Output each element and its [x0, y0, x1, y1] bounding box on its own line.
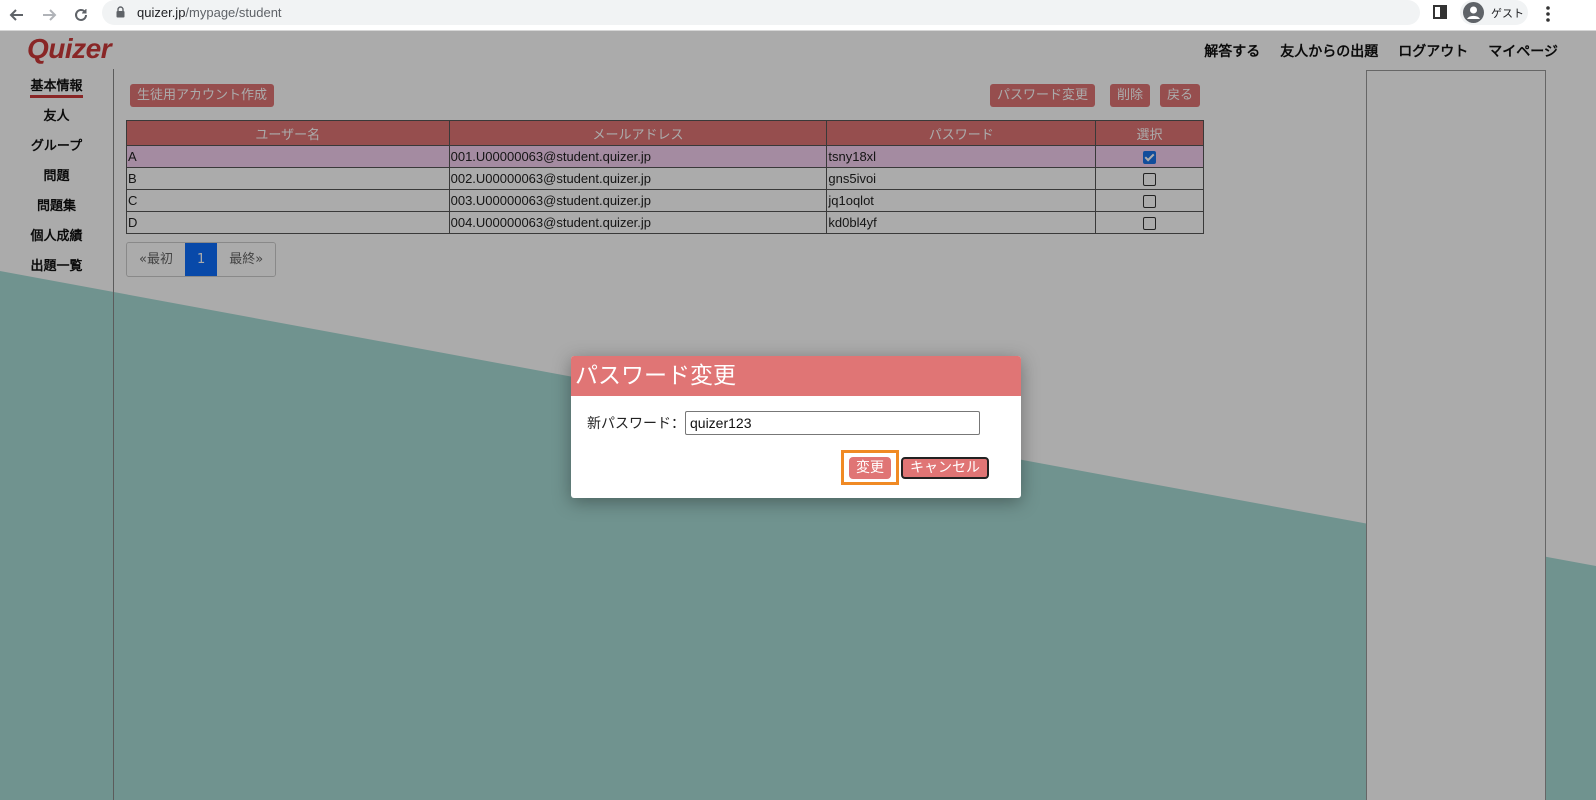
url-text: quizer.jp/mypage/student — [137, 5, 282, 20]
page: Quizer 解答する 友人からの出題 ログアウト マイページ 基本情報 友人 … — [0, 31, 1596, 800]
cancel-button[interactable]: キャンセル — [901, 457, 989, 479]
profile-label: ゲスト — [1491, 8, 1524, 20]
avatar-icon — [1463, 2, 1484, 23]
new-password-input[interactable] — [685, 411, 980, 435]
more-menu-icon[interactable] — [1538, 3, 1558, 25]
submit-change-button[interactable]: 変更 — [849, 457, 891, 479]
lock-icon — [116, 6, 125, 18]
dialog-title: パスワード変更 — [571, 356, 1021, 396]
change-password-dialog: パスワード変更 新パスワード： 変更 キャンセル — [571, 356, 1021, 498]
new-password-label: 新パスワード： — [587, 416, 685, 432]
side-panel-icon[interactable] — [1433, 5, 1447, 19]
reload-icon[interactable] — [69, 3, 93, 27]
profile-button[interactable]: ゲスト — [1460, 0, 1528, 25]
browser-toolbar: quizer.jp/mypage/student ゲスト — [0, 0, 1596, 31]
forward-arrow-icon[interactable] — [37, 3, 61, 27]
back-arrow-icon[interactable] — [5, 3, 29, 27]
address-bar[interactable]: quizer.jp/mypage/student — [102, 0, 1420, 25]
